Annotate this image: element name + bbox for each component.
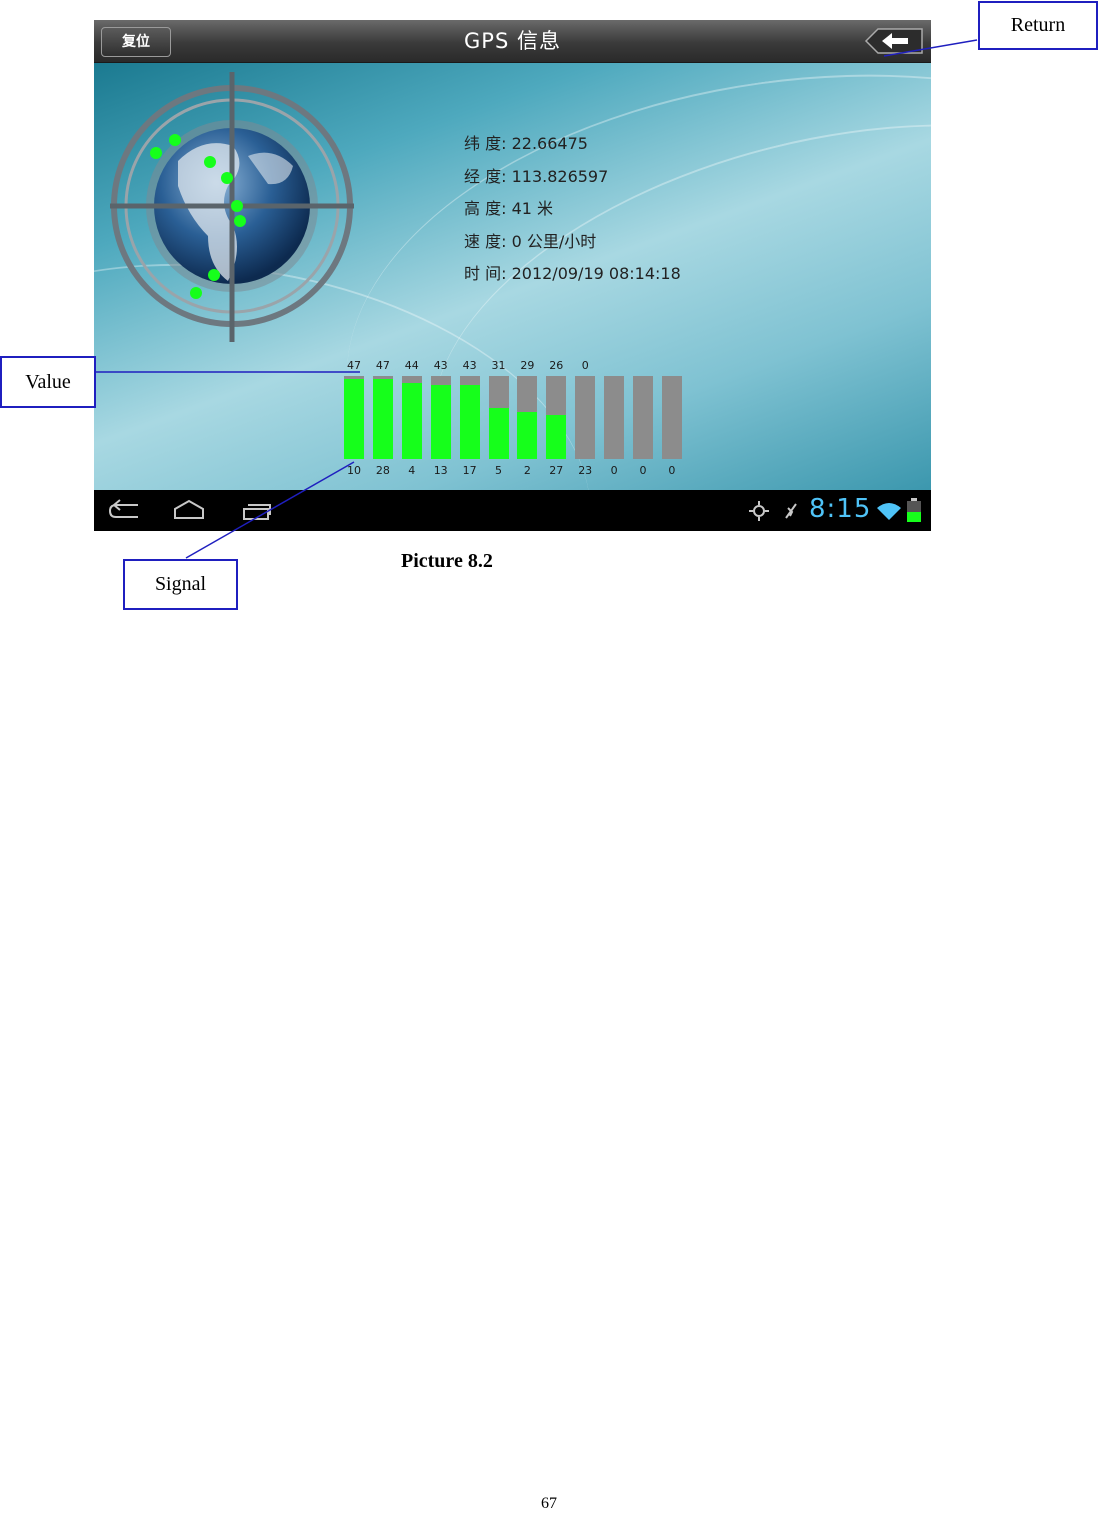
signal-callout: Signal [123, 559, 238, 610]
page-number: 67 [541, 1495, 557, 1512]
figure-caption: Picture 8.2 [401, 550, 493, 572]
callout-lines [94, 39, 978, 559]
return-callout: Return [978, 1, 1098, 50]
value-callout: Value [0, 356, 96, 408]
